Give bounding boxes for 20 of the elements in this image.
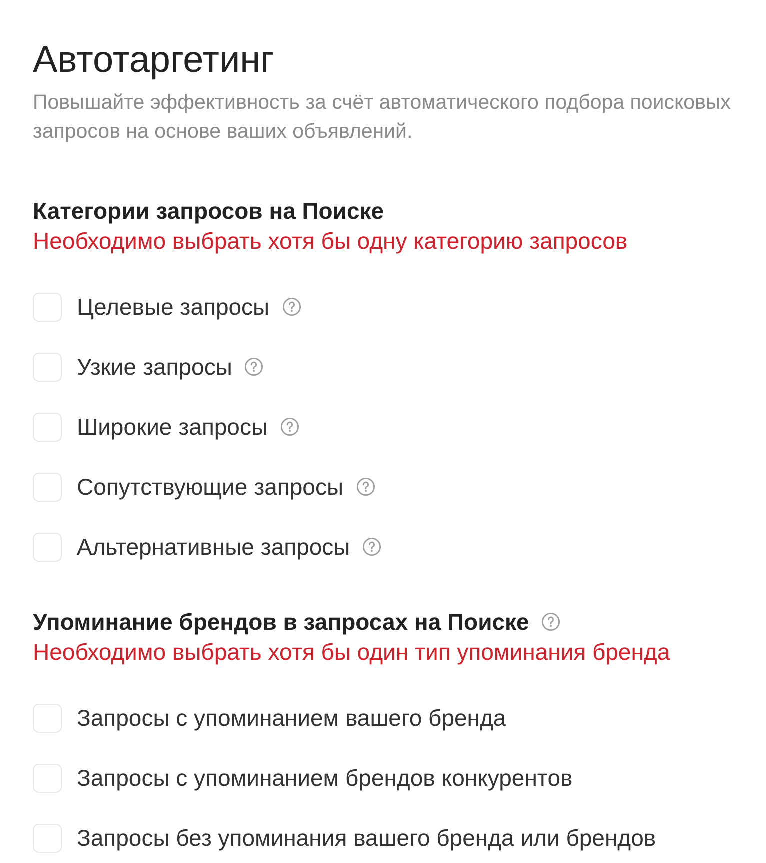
section-heading: Категории запросов на Поиске xyxy=(33,197,384,226)
help-icon[interactable] xyxy=(282,297,302,317)
help-icon[interactable] xyxy=(362,537,382,557)
page-title: Автотаргетинг xyxy=(33,38,276,82)
checkbox-label[interactable]: Запросы без упоминания вашего бренда или брендов xyxy=(77,822,656,854)
checkbox-label[interactable]: Запросы с упоминанием брендов конкурентов xyxy=(77,762,573,794)
checkbox-label[interactable]: Узкие запросы xyxy=(77,351,232,383)
error-message: Необходимо выбрать хотя бы один тип упоминания бренда xyxy=(33,638,672,667)
help-icon[interactable] xyxy=(280,417,300,437)
help-icon[interactable] xyxy=(356,477,376,497)
checkbox-label[interactable]: Целевые запросы xyxy=(77,291,270,323)
help-icon[interactable] xyxy=(244,357,264,377)
description-text: Повышайте эффективность за счёт автоматического подбора поисковых запросов на основе ваших объявлений. xyxy=(33,90,732,145)
checkbox-label[interactable]: Сопутствующие запросы xyxy=(77,471,344,503)
checkbox-label[interactable]: Широкие запросы xyxy=(77,411,268,443)
checkbox-label[interactable]: Альтернативные запросы xyxy=(77,531,350,563)
error-message: Необходимо выбрать хотя бы одну категорию запросов xyxy=(33,227,629,256)
help-icon[interactable] xyxy=(541,612,562,632)
section-heading: Упоминание брендов в запросах на Поиске xyxy=(33,608,530,637)
checkbox-label[interactable]: Запросы с упоминанием вашего бренда xyxy=(77,702,506,734)
